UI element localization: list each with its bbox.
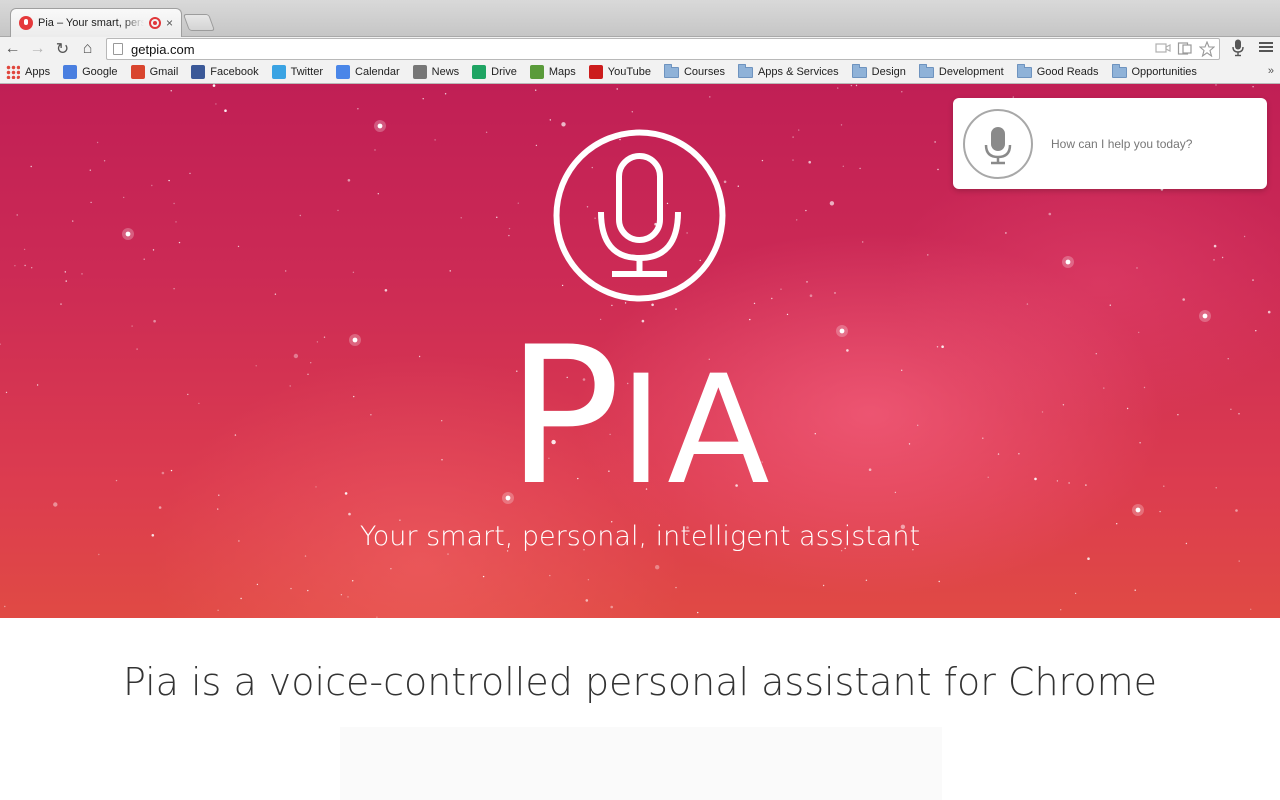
bookmark-label: Courses — [683, 66, 725, 78]
back-icon[interactable]: ← — [0, 38, 25, 60]
bookmark-maps[interactable]: Maps — [529, 65, 576, 79]
bookmark-news[interactable]: News — [412, 65, 460, 79]
drive-icon — [472, 65, 487, 79]
bookmark-opportunities[interactable]: Opportunities — [1111, 63, 1197, 78]
maps-icon — [529, 65, 544, 79]
bookmark-good-reads[interactable]: Good Reads — [1016, 63, 1099, 78]
folder-icon — [737, 63, 753, 78]
url-text[interactable]: getpia.com — [131, 42, 195, 57]
toolbar: ← → ↻ ⌂ getpia.com — [0, 37, 1280, 61]
tab-title: Pia – Your smart, personal, intelligent … — [38, 17, 144, 29]
bookmark-apps[interactable]: Apps — [6, 65, 50, 79]
folder-icon — [663, 63, 679, 78]
new-tab-button[interactable] — [182, 14, 216, 31]
calendar-icon — [336, 65, 351, 79]
page-icon — [113, 43, 123, 55]
youtube-icon — [588, 65, 603, 79]
bookmark-youtube[interactable]: YouTube — [588, 65, 651, 79]
bookmark-label: Google — [82, 66, 118, 78]
bookmark-label: Good Reads — [1036, 66, 1099, 78]
bookmarks-bar: Apps Google Gmail Facebook Twitter Calendar Ne… — [0, 61, 1280, 84]
camera-icon[interactable] — [1155, 41, 1171, 55]
brand-logotype: PIA — [0, 322, 1280, 512]
bookmark-twitter[interactable]: Twitter — [271, 65, 324, 79]
mic-extension-icon[interactable] — [1232, 39, 1244, 57]
address-bar[interactable]: getpia.com — [106, 38, 1220, 60]
bookmark-label: Drive — [491, 66, 517, 78]
bookmark-label: Development — [938, 66, 1004, 78]
bookmark-label: Twitter — [290, 66, 324, 78]
bookmark-label: Gmail — [149, 66, 179, 78]
brand-letters-ia: IA — [618, 344, 774, 518]
bookmark-design[interactable]: Design — [851, 63, 906, 78]
star-icon[interactable] — [1199, 41, 1215, 57]
google-icon — [63, 65, 78, 79]
bookmark-label: Opportunities — [1131, 66, 1197, 78]
mic-logo-icon — [553, 129, 726, 302]
folder-icon — [1111, 63, 1127, 78]
facebook-icon — [191, 65, 206, 79]
bookmark-courses[interactable]: Courses — [663, 63, 725, 78]
bookmark-gmail[interactable]: Gmail — [130, 65, 179, 79]
bookmark-label: Calendar — [355, 66, 400, 78]
page-action-icon[interactable] — [1177, 41, 1193, 55]
bookmark-calendar[interactable]: Calendar — [336, 65, 400, 79]
reload-icon[interactable]: ↻ — [50, 38, 75, 60]
tab-pia[interactable]: Pia – Your smart, personal, intelligent … — [10, 8, 182, 37]
tab-close-icon[interactable]: × — [166, 17, 173, 29]
bookmark-label: News — [431, 66, 460, 78]
folder-icon — [1016, 63, 1032, 78]
tab-strip: Pia – Your smart, personal, intelligent … — [0, 0, 1280, 37]
bookmarks-overflow-icon[interactable]: » — [1268, 65, 1274, 77]
bookmark-label: YouTube — [607, 66, 651, 78]
microphone-icon — [984, 126, 1012, 164]
brand-letter-p: P — [506, 306, 621, 527]
bookmark-drive[interactable]: Drive — [472, 65, 517, 79]
recording-icon — [148, 17, 161, 29]
menu-icon[interactable] — [1258, 39, 1274, 55]
hero-tagline: Your smart, personal, intelligent assist… — [359, 521, 921, 552]
bookmark-development[interactable]: Development — [918, 63, 1004, 78]
pia-favicon — [19, 16, 33, 30]
demo-preview-area — [340, 727, 942, 800]
bookmark-apps-services[interactable]: Apps & Services — [737, 63, 839, 78]
bookmark-label: Apps — [25, 66, 51, 78]
bookmark-google[interactable]: Google — [63, 65, 118, 79]
folder-icon — [851, 63, 867, 78]
news-icon — [412, 65, 427, 79]
forward-icon[interactable]: → — [25, 38, 50, 60]
assistant-prompt[interactable]: How can I help you today? — [1051, 137, 1192, 151]
twitter-icon — [271, 65, 286, 79]
apps-grid-icon — [6, 65, 20, 79]
folder-icon — [918, 63, 934, 78]
page-headline: Pia is a voice-controlled personal assis… — [123, 660, 1157, 704]
home-icon[interactable]: ⌂ — [75, 38, 100, 60]
assistant-mic-button[interactable] — [963, 108, 1033, 179]
bookmark-label: Facebook — [210, 66, 259, 78]
bookmark-facebook[interactable]: Facebook — [191, 65, 259, 79]
bookmark-label: Design — [871, 66, 906, 78]
bookmark-label: Maps — [548, 66, 576, 78]
bookmark-label: Apps & Services — [757, 66, 839, 78]
assistant-widget: How can I help you today? — [953, 98, 1267, 189]
gmail-icon — [130, 65, 145, 79]
